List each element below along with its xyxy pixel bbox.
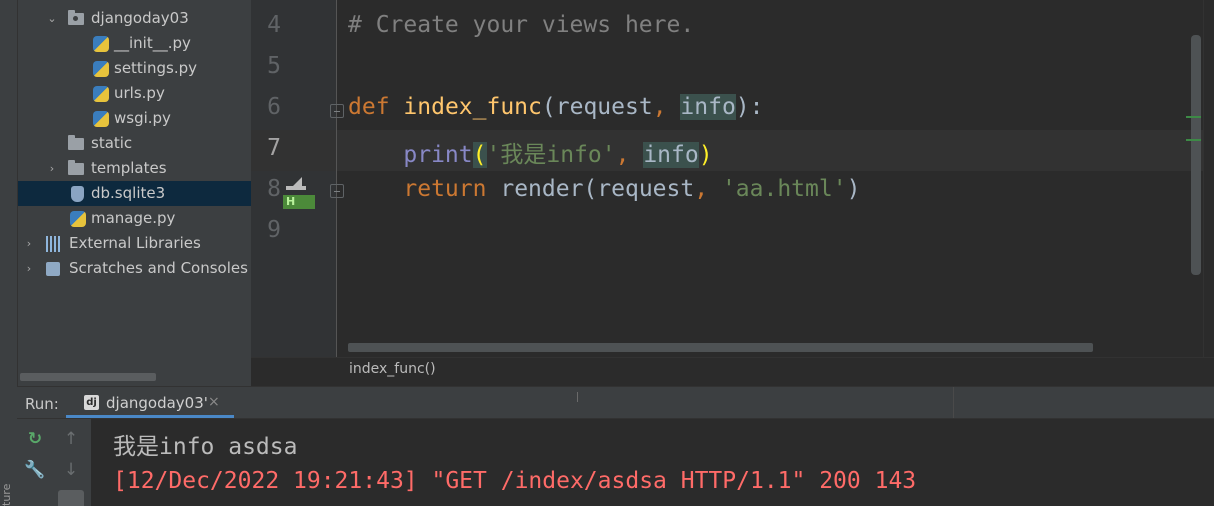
line-number: 5 [267, 53, 281, 79]
divider [953, 387, 954, 418]
change-marker[interactable] [1186, 139, 1201, 141]
console-error-line: [12/Dec/2022 19:21:43] "GET /index/asdsa… [113, 468, 917, 494]
chevron-down-icon[interactable]: ⌄ [45, 6, 59, 31]
matched-brace-token: ( [472, 142, 487, 168]
tree-item-djangoday03[interactable]: ⌄ djangoday03 [18, 6, 251, 31]
structure-tool-label[interactable]: ture [0, 480, 17, 506]
database-file-icon [71, 186, 84, 202]
comma-token: , [694, 176, 709, 202]
code-line-4: # Create your views here. [348, 12, 694, 38]
error-stripe [1203, 0, 1214, 357]
close-icon[interactable]: × [208, 394, 220, 410]
comment-token: # Create your views here. [348, 12, 695, 38]
tree-item-label: db.sqlite3 [91, 184, 166, 202]
call-token: render(request [500, 176, 695, 202]
tree-item-label: urls.py [114, 84, 165, 102]
overrides-gutter-icon[interactable] [286, 177, 306, 190]
tree-item-init[interactable]: __init__.py [18, 31, 251, 56]
project-tree-scrollbar[interactable] [20, 373, 156, 381]
tree-item-label: settings.py [114, 59, 197, 77]
code-line-8: return render(request, 'aa.html') [348, 176, 860, 202]
tree-item-static[interactable]: static [18, 131, 251, 156]
python-file-icon [93, 86, 109, 102]
arrow-down-icon[interactable]: ↓ [59, 458, 83, 482]
builtin-token: print [403, 142, 473, 168]
run-panel-title: Run: [25, 395, 59, 413]
wrench-icon[interactable]: 🔧 [23, 458, 47, 482]
active-tab-indicator [66, 415, 234, 418]
arg-token-highlighted: info [643, 142, 699, 168]
paren-token: ): [735, 94, 764, 120]
change-marker[interactable] [1186, 116, 1201, 118]
tree-item-external-libraries[interactable]: › External Libraries [18, 231, 251, 256]
tree-item-wsgi[interactable]: wsgi.py [18, 106, 251, 131]
tree-item-scratches[interactable]: › Scratches and Consoles [18, 256, 251, 281]
console-output-line: 我是info asdsa [113, 434, 298, 460]
line-number: 6 [267, 94, 281, 120]
tree-item-label: manage.py [91, 209, 176, 227]
soft-wrap-icon[interactable] [58, 490, 84, 506]
function-name-token: index_func [403, 94, 542, 120]
divider [577, 392, 578, 402]
line-number: 9 [267, 217, 281, 243]
line-number: 4 [267, 12, 281, 38]
keyword-token: return [403, 176, 487, 202]
package-folder-icon [68, 10, 84, 25]
http-handler-badge-icon[interactable]: H [283, 195, 315, 209]
param-token-highlighted: info [680, 94, 736, 120]
tree-item-manage[interactable]: manage.py [18, 206, 251, 231]
tree-item-label: __init__.py [114, 34, 191, 52]
tree-item-label: Scratches and Consoles [69, 259, 248, 277]
matched-brace-token: ) [698, 142, 713, 168]
rerun-icon[interactable]: ↻ [23, 427, 47, 451]
project-tree-panel: ⌄ djangoday03 __init__.py settings.py ur… [18, 0, 251, 386]
fold-marker-icon[interactable] [330, 104, 344, 118]
left-tool-strip [0, 0, 18, 506]
python-file-icon [93, 36, 109, 52]
editor-vertical-scrollbar[interactable] [1191, 35, 1201, 275]
tree-item-urls[interactable]: urls.py [18, 81, 251, 106]
library-icon [46, 236, 62, 252]
folder-icon [68, 135, 84, 150]
tree-item-db-sqlite3[interactable]: db.sqlite3 [18, 181, 251, 206]
tree-item-label: External Libraries [69, 234, 201, 252]
python-file-icon [70, 211, 86, 227]
line-number: 8 [267, 176, 281, 202]
code-line-6: def index_func(request, info): [348, 94, 764, 120]
comma-token: , [615, 142, 630, 168]
paren-token: ( [541, 94, 556, 120]
folder-icon [68, 160, 84, 175]
breadcrumb[interactable]: index_func() [349, 361, 436, 377]
run-tab-label: djangoday03' [106, 394, 208, 412]
tree-item-templates[interactable]: › templates [18, 156, 251, 181]
chevron-right-icon[interactable]: › [22, 231, 36, 256]
string-token: '我是info' [486, 142, 616, 168]
python-file-icon [93, 111, 109, 127]
arrow-up-icon[interactable]: ↑ [59, 427, 83, 451]
tree-item-label: wsgi.py [114, 109, 171, 127]
python-file-icon [93, 61, 109, 77]
line-number-current: 7 [267, 135, 281, 161]
keyword-token: def [348, 94, 390, 120]
string-token: 'aa.html' [721, 176, 847, 202]
chevron-right-icon[interactable]: › [22, 256, 36, 281]
gutter-separator [336, 0, 337, 357]
django-icon: dj [84, 395, 99, 410]
scratches-icon [46, 262, 60, 276]
tree-item-settings[interactable]: settings.py [18, 56, 251, 81]
fold-marker-icon[interactable] [330, 184, 344, 198]
tree-item-label: static [91, 134, 133, 152]
tree-item-label: templates [91, 159, 167, 177]
paren-token: ) [846, 176, 861, 202]
param-token: request [555, 94, 653, 120]
editor-horizontal-scrollbar[interactable] [348, 343, 1093, 352]
tree-item-label: djangoday03 [91, 9, 189, 27]
comma-token: , [652, 94, 667, 120]
code-line-7: print('我是info', info) [348, 135, 713, 169]
chevron-right-icon[interactable]: › [45, 156, 59, 181]
